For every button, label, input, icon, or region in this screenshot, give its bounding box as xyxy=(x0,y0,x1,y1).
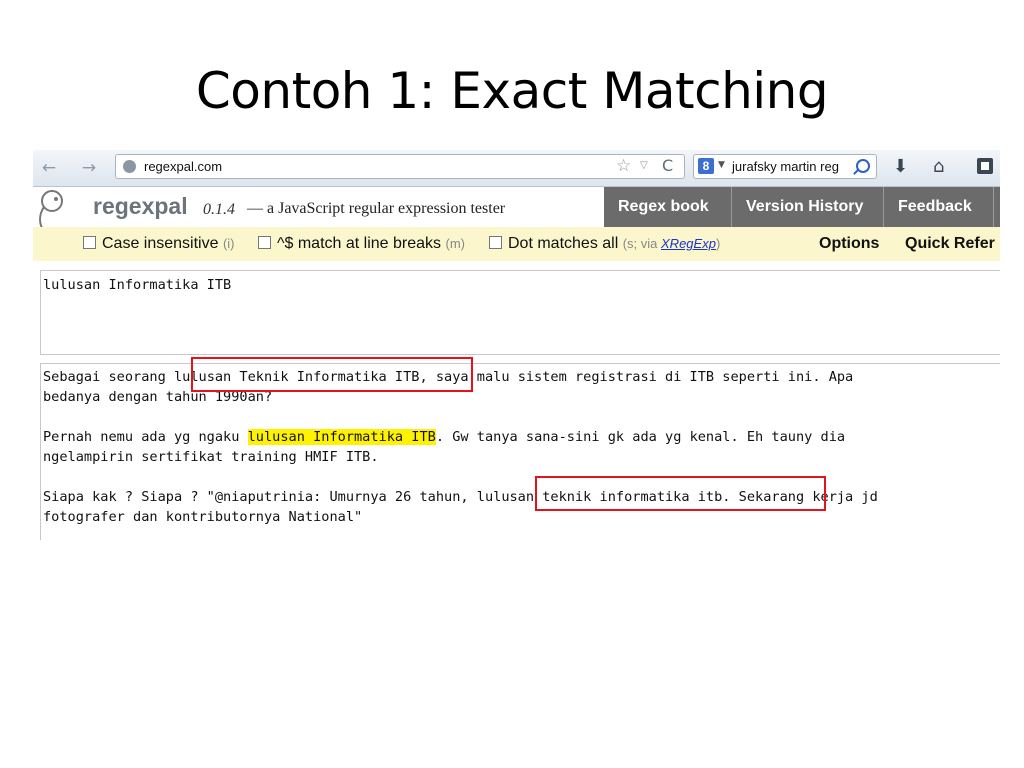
chevron-down-icon[interactable]: ▽ xyxy=(640,160,648,171)
dotall-hint-suffix: ) xyxy=(715,236,721,251)
browser-screenshot: ← → regexpal.com ☆ ▽ C 8 ▼ jurafsky mart… xyxy=(33,150,1000,540)
case-insensitive-option[interactable]: Case insensitive (i) xyxy=(83,235,235,253)
subject-text: Pernah nemu ada yg ngaku xyxy=(43,429,248,445)
bookmark-star-icon[interactable]: ☆ xyxy=(616,156,631,176)
subject-text: , saya malu sistem registrasi di ITB sep… xyxy=(419,369,854,385)
quick-reference-link[interactable]: Quick Refer xyxy=(905,235,995,253)
regexpal-header: regexpal 0.1.4 — a JavaScript regular ex… xyxy=(33,187,1000,239)
tab-version-history[interactable]: Version History xyxy=(732,187,884,227)
search-engine-icon[interactable]: 8 xyxy=(698,158,714,174)
app-nav-tabs: Regex book Version History Feedback xyxy=(604,187,1000,227)
dotall-label: Dot matches all xyxy=(508,235,619,252)
subject-line: Pernah nemu ada yg ngaku lulusan Informa… xyxy=(43,427,845,447)
search-icon[interactable] xyxy=(856,159,870,173)
tab-overflow xyxy=(994,187,1000,227)
subject-text: Sebagai seorang xyxy=(43,369,174,385)
dotall-hint-prefix: (s; via xyxy=(622,236,662,251)
app-tagline: — a JavaScript regular expression tester xyxy=(247,200,506,217)
address-bar[interactable]: regexpal.com ☆ ▽ C xyxy=(115,154,685,179)
slide-title: Contoh 1: Exact Matching xyxy=(195,62,829,120)
download-arrow-icon[interactable]: ⬇ xyxy=(893,156,908,177)
annotation-box-non-match-2 xyxy=(535,476,826,511)
subject-text: . Gw tanya sana-sini gk ada yg kenal. Eh… xyxy=(435,429,846,445)
app-version: 0.1.4 xyxy=(203,201,235,218)
tab-feedback[interactable]: Feedback xyxy=(884,187,994,227)
dotall-checkbox[interactable] xyxy=(489,236,502,249)
multiline-hint: (m) xyxy=(445,236,465,251)
search-engine-dropdown-icon[interactable]: ▼ xyxy=(718,160,725,170)
home-icon[interactable]: ⌂ xyxy=(933,156,944,177)
regex-pattern-text: lulusan Informatika ITB xyxy=(43,277,232,293)
case-insensitive-checkbox[interactable] xyxy=(83,236,96,249)
tab-regex-book[interactable]: Regex book xyxy=(604,187,732,227)
globe-icon xyxy=(123,160,136,173)
subject-text: Siapa kak ? Siapa ? "@niaputrinia: Umurn… xyxy=(43,489,477,505)
test-text-area[interactable]: Sebagai seorang lulusan Teknik Informati… xyxy=(40,363,1000,540)
url-text: regexpal.com xyxy=(144,159,223,174)
reload-icon[interactable]: C xyxy=(662,156,673,175)
forward-arrow-icon[interactable]: → xyxy=(78,157,100,179)
regex-input[interactable]: lulusan Informatika ITB xyxy=(40,270,1000,355)
app-logo-text: regexpal xyxy=(93,193,188,219)
annotation-box-non-match-1 xyxy=(191,357,473,392)
xregexp-link[interactable]: XRegExp xyxy=(661,236,716,251)
browser-toolbar: ← → regexpal.com ☆ ▽ C 8 ▼ jurafsky mart… xyxy=(33,150,1000,187)
multiline-label: ^$ match at line breaks xyxy=(277,235,442,252)
subject-line: fotografer dan kontributornya National" xyxy=(43,509,363,525)
multiline-checkbox[interactable] xyxy=(258,236,271,249)
multiline-option[interactable]: ^$ match at line breaks (m) xyxy=(258,235,465,253)
options-link[interactable]: Options xyxy=(819,235,879,253)
browser-search-field[interactable]: 8 ▼ jurafsky martin reg xyxy=(693,154,877,179)
regex-match-highlight: lulusan Informatika ITB xyxy=(247,429,436,445)
case-insensitive-label: Case insensitive xyxy=(102,235,219,252)
options-bar: Case insensitive (i) ^$ match at line br… xyxy=(33,227,1000,261)
back-arrow-icon[interactable]: ← xyxy=(38,157,60,179)
browser-search-text: jurafsky martin reg xyxy=(732,159,839,174)
dotall-option[interactable]: Dot matches all (s; via XRegExp) xyxy=(489,235,720,253)
subject-line: ngelampirin sertifikat training HMIF ITB… xyxy=(43,449,379,465)
extension-icon[interactable] xyxy=(977,158,993,174)
case-insensitive-hint: (i) xyxy=(222,236,235,251)
